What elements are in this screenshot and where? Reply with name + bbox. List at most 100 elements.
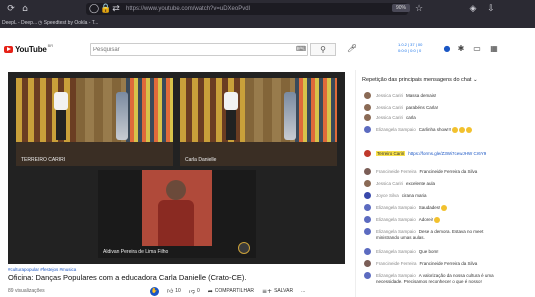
extension-circle-icon[interactable]: ● xyxy=(442,44,452,54)
chat-author[interactable]: Jessica Cariri xyxy=(376,105,403,110)
chat-author[interactable]: Jessica Cariri xyxy=(376,181,403,186)
extension-badge[interactable]: 1.0.2 | 37 | 00 0:0:0 | 0:0 | 0 xyxy=(398,42,440,56)
youtube-logo-text: YouTube xyxy=(15,44,47,54)
share-label: COMPARTILHAR xyxy=(214,288,255,294)
chat-message-body: Terreiro Cariri https://forms.gle/Z3Wi7ce… xyxy=(376,151,504,157)
zoom-level-badge[interactable]: 90% xyxy=(392,4,410,12)
dancer-figure xyxy=(116,92,128,140)
avatar[interactable] xyxy=(364,180,371,187)
avatar[interactable] xyxy=(364,104,371,111)
lock-icon: 🔒 xyxy=(100,4,112,14)
avatar[interactable] xyxy=(364,192,371,199)
emoji-icon xyxy=(434,217,441,223)
save-label: SALVAR xyxy=(274,288,294,294)
video-tile-carla: Carla Danielle xyxy=(180,78,337,166)
youtube-play-logo-icon xyxy=(4,45,13,53)
chat-text: cirana maria xyxy=(401,193,427,198)
chat-text: carla xyxy=(406,115,416,120)
chat-author[interactable]: Francineide Ferreira xyxy=(376,169,417,174)
bookmark-deepl[interactable]: DeepL - Deep... xyxy=(2,18,37,28)
keyboard-icon[interactable]: ⌨ xyxy=(296,45,306,55)
chat-author[interactable]: Jessica Cariri xyxy=(376,93,403,98)
chat-author[interactable]: Francineide Ferreira xyxy=(376,261,417,266)
extension-puzzle-icon[interactable]: ✱ xyxy=(456,44,466,54)
chevron-down-icon: ⌄ xyxy=(473,77,478,83)
url-bar[interactable]: ◯ 🔒 ⇄ https://www.youtube.com/watch?v=uD… xyxy=(86,3,408,15)
avatar[interactable] xyxy=(364,228,371,235)
save-button[interactable]: ≡+ SALVAR xyxy=(262,288,293,295)
url-text[interactable]: https://www.youtube.com/watch?v=uDXeoPvd… xyxy=(126,3,250,15)
video-hashtags[interactable]: #culturapopular #festejos #musica xyxy=(8,267,76,272)
bookmark-star-icon[interactable]: ☆ xyxy=(414,4,424,14)
like-button[interactable]: 👍︎ 10 xyxy=(167,287,181,295)
more-actions-button[interactable]: ... xyxy=(301,288,305,294)
chat-header[interactable]: Repetição das principais mensagens do ch… xyxy=(362,77,478,83)
video-player[interactable]: TERREIRO CARIRI Carla Danielle Aldivan P… xyxy=(8,72,345,264)
youtube-logo[interactable]: YouTube BR xyxy=(4,43,53,55)
chat-message-body: Elizangela Sampaio A valorização da nossa… xyxy=(376,273,504,284)
chat-author[interactable]: Jessica Cariri xyxy=(376,115,403,120)
dancer-figure xyxy=(284,92,296,140)
chat-author[interactable]: Elizangela Sampaio xyxy=(376,249,416,254)
avatar[interactable] xyxy=(364,260,371,267)
share-arrow-icon: ➦ xyxy=(207,287,213,295)
chat-header-label: Repetição das principais mensagens do ch… xyxy=(362,77,472,83)
chat-message-body: Elizangela Sampaio Que bom! xyxy=(376,249,504,255)
chat-link[interactable]: https://forms.gle/Z3Wi7cewJHW Cr6Y9 xyxy=(408,151,486,156)
share-button[interactable]: ➦ COMPARTILHAR xyxy=(208,288,254,295)
view-count: 89 visualizações xyxy=(8,288,45,294)
permissions-icon: ⇄ xyxy=(112,4,120,14)
video-tile-terreiro: TERREIRO CARIRI xyxy=(16,78,173,166)
channel-watermark-icon xyxy=(238,242,250,254)
downloads-icon[interactable]: ⇩ xyxy=(486,4,496,14)
chat-message-body: Elizangela Sampaio Carlinha show!!! xyxy=(376,127,504,133)
chat-message-body: Joyce Silva cirana maria xyxy=(376,193,504,199)
avatar[interactable] xyxy=(364,216,371,223)
extension-line-2: 0:0:0 | 0:0 | 0 xyxy=(398,48,422,53)
search-input[interactable] xyxy=(93,44,288,55)
search-button[interactable]: ⚲ xyxy=(310,43,336,56)
video-tile-aldivan: Aldivan Pereira de Lima Filho xyxy=(98,170,256,258)
avatar[interactable] xyxy=(364,204,371,211)
reload-icon[interactable]: ⟳ xyxy=(6,4,16,14)
chat-text: excelente aula xyxy=(406,181,436,186)
chat-text: Carlinha show!!! xyxy=(418,127,452,133)
chat-author[interactable]: Elizangela Sampaio xyxy=(376,217,416,222)
bookmark-speedtest-label: Speedtest by Ookla - T... xyxy=(43,20,99,26)
emoji-icon xyxy=(459,127,466,133)
chat-author[interactable]: Elizangela Sampaio xyxy=(376,273,416,278)
home-icon[interactable]: ⌂ xyxy=(20,4,30,14)
avatar[interactable] xyxy=(364,114,371,121)
participant-name-label: Carla Danielle xyxy=(185,157,217,163)
chat-text: parabéns Carla! xyxy=(406,105,439,110)
chat-author[interactable]: Joyce Silva xyxy=(376,193,399,198)
browser-chrome: ⟳ ⌂ ◯ 🔒 ⇄ https://www.youtube.com/watch?… xyxy=(0,0,535,28)
apps-grid-icon[interactable]: ▦ xyxy=(489,44,499,54)
dancer-figure xyxy=(54,92,68,110)
avatar[interactable] xyxy=(364,126,371,133)
participant-name-label: Aldivan Pereira de Lima Filho xyxy=(103,249,169,255)
chat-replay-panel: Repetição das principais mensagens do ch… xyxy=(355,70,505,297)
pocket-icon[interactable]: ◈ xyxy=(468,4,478,14)
dancer-figure xyxy=(226,110,236,140)
avatar[interactable] xyxy=(364,272,371,279)
speedtest-icon: ◷ xyxy=(38,20,43,26)
avatar[interactable] xyxy=(364,150,371,157)
voice-search-mic-icon[interactable]: 🎤︎ xyxy=(347,43,357,55)
avatar[interactable] xyxy=(364,92,371,99)
emoji-icon xyxy=(466,127,473,133)
chat-author[interactable]: Elizangela Sampaio xyxy=(376,127,416,132)
avatar[interactable] xyxy=(364,248,371,255)
avatar[interactable] xyxy=(364,168,371,175)
chat-author[interactable]: Terreiro Cariri xyxy=(376,151,406,156)
chat-author[interactable]: Elizangela Sampaio xyxy=(376,205,416,210)
chat-message-body: Elizangela Sampaio Dese a demora. Estava … xyxy=(376,229,504,240)
avatar-icon[interactable]: ✋ xyxy=(150,286,159,296)
create-video-icon[interactable]: ▭ xyxy=(472,44,482,54)
search-icon: ⚲ xyxy=(320,45,326,54)
chat-author[interactable]: Elizangela Sampaio xyxy=(376,229,416,234)
thumbs-up-icon: 👍︎ xyxy=(167,288,174,295)
chat-message-body: Elizangela Sampaio Adorei! xyxy=(376,217,504,223)
dislike-button[interactable]: 👎︎ 0 xyxy=(189,287,200,295)
bookmark-speedtest[interactable]: ◷ Speedtest by Ookla - T... xyxy=(38,18,98,28)
